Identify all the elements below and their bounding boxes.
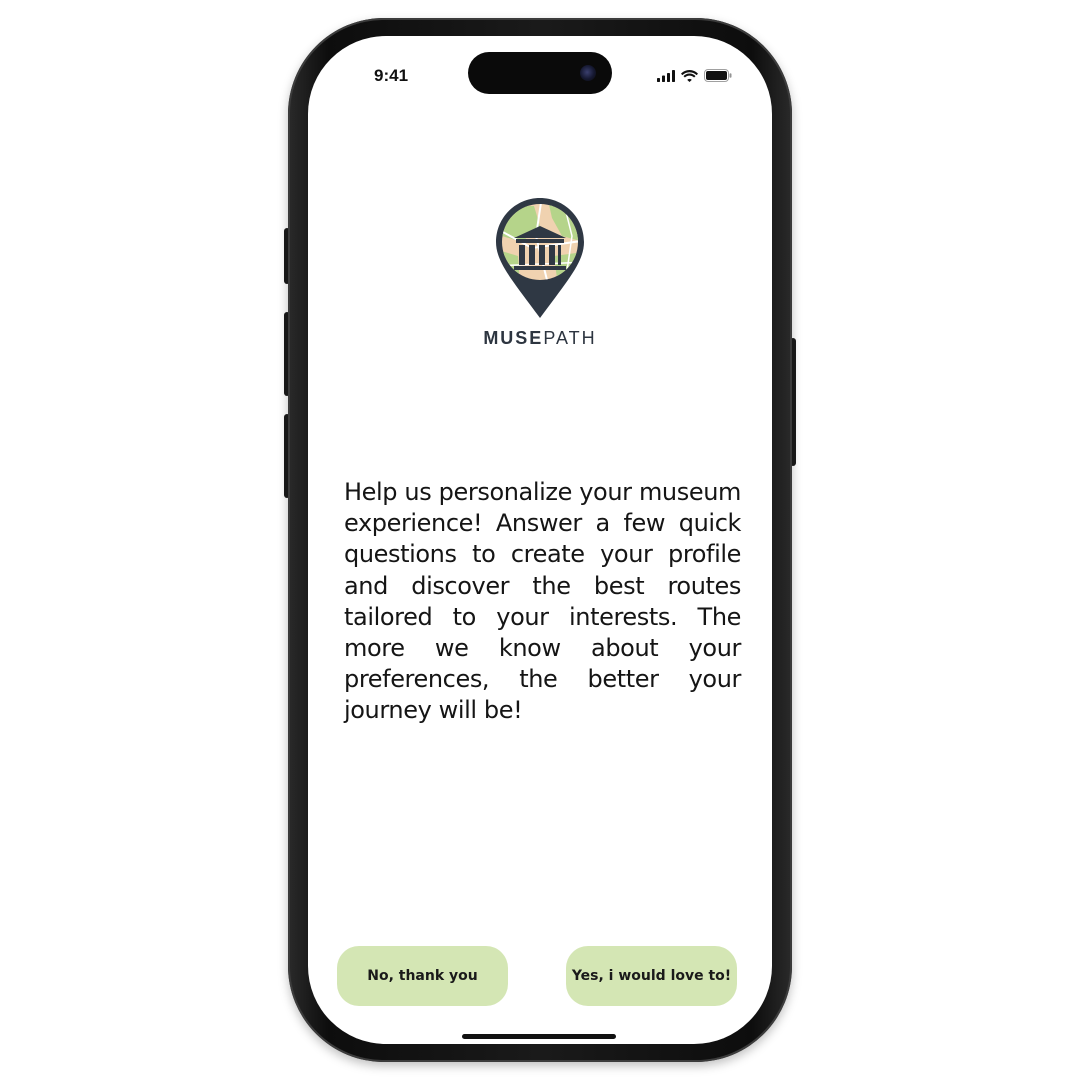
brand-name: MUSEPATH: [483, 328, 596, 349]
accept-button[interactable]: Yes, i would love to!: [566, 946, 737, 1006]
status-time: 9:41: [374, 66, 409, 85]
dynamic-island: [468, 52, 612, 94]
front-camera-icon: [580, 65, 596, 81]
status-icons: [657, 69, 732, 82]
battery-icon: [704, 69, 732, 82]
phone-screen: 9:41 MUSEPATH Help us personalize your m…: [308, 36, 772, 1044]
cellular-signal-icon: [657, 69, 675, 82]
brand-logo: MUSEPATH: [308, 196, 772, 349]
decline-button[interactable]: No, thank you: [337, 946, 508, 1006]
wifi-icon: [681, 69, 698, 82]
museum-map-pin-icon: [496, 198, 584, 318]
brand-name-light: PATH: [543, 328, 597, 348]
brand-name-bold: MUSE: [483, 328, 544, 348]
intro-text: Help us personalize your museum experien…: [344, 478, 741, 725]
stage: 9:41 MUSEPATH Help us personalize your m…: [0, 0, 1080, 1080]
home-indicator[interactable]: [462, 1034, 616, 1039]
